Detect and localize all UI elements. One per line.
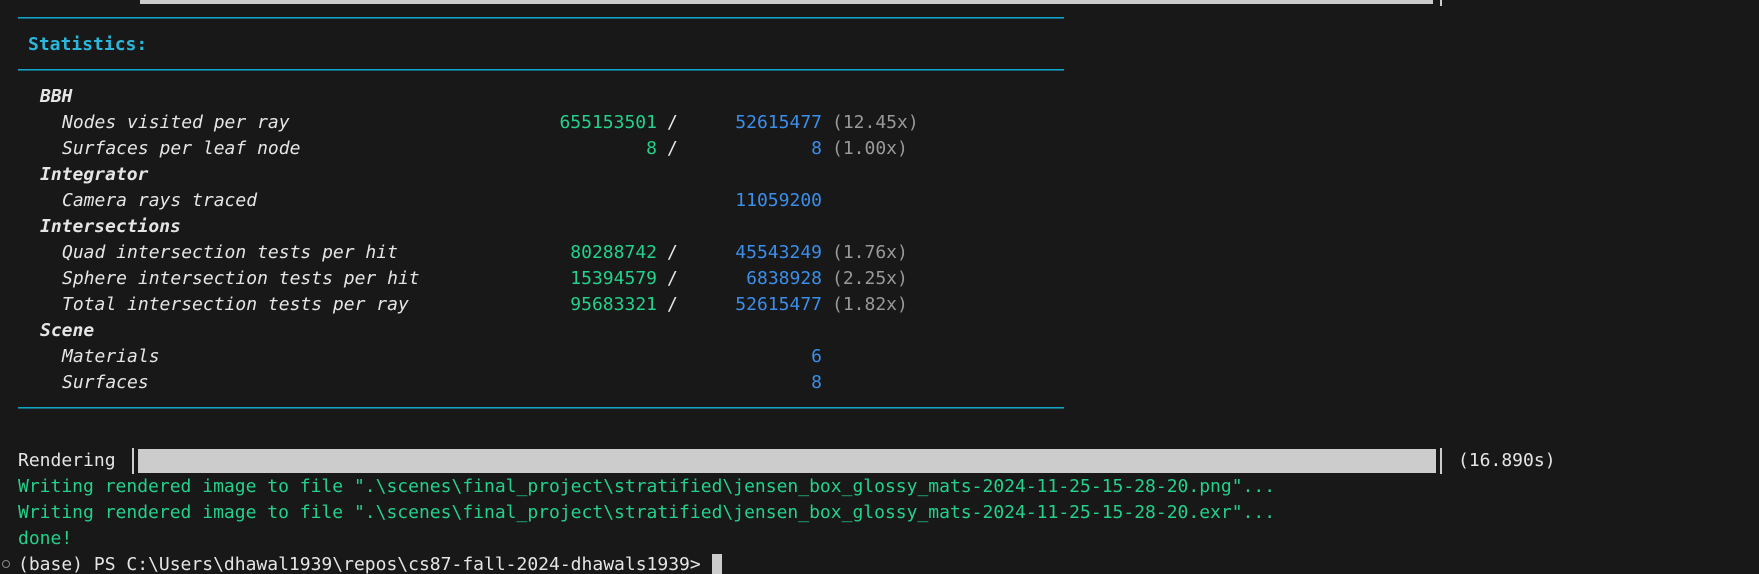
shell-prompt[interactable]: (base) PS C:\Users\dhawal1939\repos\cs87…	[18, 552, 722, 574]
stat-ratio: (1.76x)	[832, 242, 908, 263]
stat-label: Camera rays traced	[62, 190, 258, 211]
stat-value-b: 52615477	[735, 112, 822, 133]
rendering-label: Rendering	[18, 450, 116, 471]
text-cursor	[711, 554, 722, 574]
stat-label: Surfaces	[62, 372, 149, 393]
stat-ratio: (1.00x)	[832, 138, 908, 159]
divider-rule: ────────────────────────────────────────…	[18, 398, 1064, 419]
rendering-time: (16.890s)	[1458, 450, 1556, 471]
progress-bar-end	[1440, 448, 1442, 474]
stat-value-a: 8	[646, 138, 657, 159]
divider-rule: ────────────────────────────────────────…	[18, 8, 1064, 29]
stat-separator: /	[667, 294, 678, 315]
previous-progress-bar	[140, 0, 1433, 4]
stat-separator: /	[667, 268, 678, 289]
stat-ratio: (12.45x)	[832, 112, 919, 133]
output-line: done!	[18, 528, 73, 549]
prompt-text: (base) PS C:\Users\dhawal1939\repos\cs87…	[18, 554, 712, 574]
stat-label: Nodes visited per ray	[62, 112, 290, 133]
stat-value-b: 8	[811, 372, 822, 393]
stat-value-a: 95683321	[570, 294, 657, 315]
rendering-progress-bar	[138, 449, 1436, 473]
stat-group-integrator: Integrator	[40, 164, 149, 185]
stat-label: Quad intersection tests per hit	[62, 242, 398, 263]
divider-rule: ────────────────────────────────────────…	[18, 60, 1064, 81]
stat-label: Materials	[62, 346, 160, 367]
progress-bar-start	[132, 448, 134, 474]
stat-group-bbh: BBH	[40, 86, 73, 107]
stat-label: Sphere intersection tests per hit	[62, 268, 420, 289]
stat-group-scene: Scene	[40, 320, 95, 341]
stat-separator: /	[667, 138, 678, 159]
previous-progress-bar-end	[1440, 0, 1442, 6]
stat-value-b: 11059200	[735, 190, 822, 211]
statistics-header: Statistics:	[28, 34, 148, 55]
stat-ratio: (1.82x)	[832, 294, 908, 315]
stat-label: Surfaces per leaf node	[62, 138, 301, 159]
terminal-window[interactable]: ────────────────────────────────────────…	[0, 0, 1759, 574]
prompt-status-circle-icon	[2, 560, 10, 568]
stat-ratio: (2.25x)	[832, 268, 908, 289]
stat-value-a: 80288742	[570, 242, 657, 263]
stat-label: Total intersection tests per ray	[62, 294, 409, 315]
stat-value-a: 15394579	[570, 268, 657, 289]
stat-separator: /	[667, 112, 678, 133]
stat-value-b: 6	[811, 346, 822, 367]
stat-separator: /	[667, 242, 678, 263]
stat-value-b: 6838928	[746, 268, 822, 289]
stat-value-a: 655153501	[559, 112, 657, 133]
stat-group-intersections: Intersections	[40, 216, 181, 237]
output-line: Writing rendered image to file ".\scenes…	[18, 476, 1276, 497]
stat-value-b: 52615477	[735, 294, 822, 315]
output-line: Writing rendered image to file ".\scenes…	[18, 502, 1276, 523]
stat-value-b: 8	[811, 138, 822, 159]
stat-value-b: 45543249	[735, 242, 822, 263]
